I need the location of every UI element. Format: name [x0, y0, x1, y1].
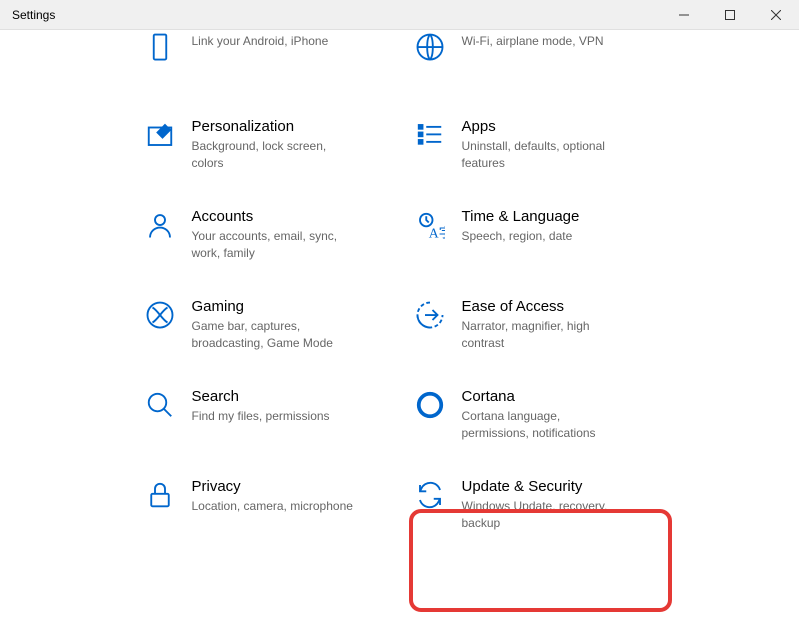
- tile-subtitle: Windows Update, recovery, backup: [462, 498, 630, 532]
- tile-subtitle: Narrator, magnifier, high contrast: [462, 318, 630, 352]
- tile-title: Accounts: [192, 208, 360, 225]
- tile-subtitle: Background, lock screen, colors: [192, 138, 360, 172]
- tile-time-language[interactable]: A字 Time & Language Speech, region, date: [400, 190, 670, 280]
- lock-icon: [140, 478, 180, 510]
- window-title: Settings: [12, 8, 55, 22]
- person-icon: [140, 208, 180, 240]
- globe-icon: [410, 30, 450, 62]
- tile-title: Gaming: [192, 298, 360, 315]
- tile-accounts[interactable]: Accounts Your accounts, email, sync, wor…: [130, 190, 400, 280]
- tile-title: Privacy: [192, 478, 353, 495]
- xbox-icon: [140, 298, 180, 330]
- tile-subtitle: Location, camera, microphone: [192, 498, 353, 515]
- window-controls: [661, 0, 799, 30]
- tile-privacy[interactable]: Privacy Location, camera, microphone: [130, 460, 400, 550]
- tile-subtitle: Your accounts, email, sync, work, family: [192, 228, 360, 262]
- close-button[interactable]: [753, 0, 799, 30]
- tile-subtitle: Link your Android, iPhone: [192, 33, 329, 50]
- tile-subtitle: Wi-Fi, airplane mode, VPN: [462, 33, 604, 50]
- tile-gaming[interactable]: Gaming Game bar, captures, broadcasting,…: [130, 280, 400, 370]
- tile-subtitle: Find my files, permissions: [192, 408, 330, 425]
- search-icon: [140, 388, 180, 420]
- clock-language-icon: A字: [410, 208, 450, 240]
- tile-search[interactable]: Search Find my files, permissions: [130, 370, 400, 460]
- tile-title: Time & Language: [462, 208, 580, 225]
- ease-of-access-icon: [410, 298, 450, 330]
- tile-title: Apps: [462, 118, 630, 135]
- tile-title: Ease of Access: [462, 298, 630, 315]
- tile-subtitle: Speech, region, date: [462, 228, 580, 245]
- sync-icon: [410, 478, 450, 510]
- tile-title: Search: [192, 388, 330, 405]
- tile-subtitle: Game bar, captures, broadcasting, Game M…: [192, 318, 360, 352]
- tile-personalization[interactable]: Personalization Background, lock screen,…: [130, 100, 400, 190]
- tile-title: Update & Security: [462, 478, 630, 495]
- tile-apps[interactable]: Apps Uninstall, defaults, optional featu…: [400, 100, 670, 190]
- tile-subtitle: Cortana language, permissions, notificat…: [462, 408, 630, 442]
- tile-phone[interactable]: Link your Android, iPhone: [130, 30, 400, 100]
- svg-text:A字: A字: [428, 226, 444, 241]
- paintbrush-icon: [140, 118, 180, 150]
- tile-cortana[interactable]: Cortana Cortana language, permissions, n…: [400, 370, 670, 460]
- phone-icon: [140, 30, 180, 62]
- tile-subtitle: Uninstall, defaults, optional features: [462, 138, 630, 172]
- tile-title: Cortana: [462, 388, 630, 405]
- maximize-button[interactable]: [707, 0, 753, 30]
- tile-update-security[interactable]: Update & Security Windows Update, recove…: [400, 460, 670, 550]
- tile-ease-of-access[interactable]: Ease of Access Narrator, magnifier, high…: [400, 280, 670, 370]
- tile-title: Personalization: [192, 118, 360, 135]
- minimize-button[interactable]: [661, 0, 707, 30]
- tile-network[interactable]: Wi-Fi, airplane mode, VPN: [400, 30, 670, 100]
- cortana-icon: [410, 388, 450, 420]
- list-icon: [410, 118, 450, 150]
